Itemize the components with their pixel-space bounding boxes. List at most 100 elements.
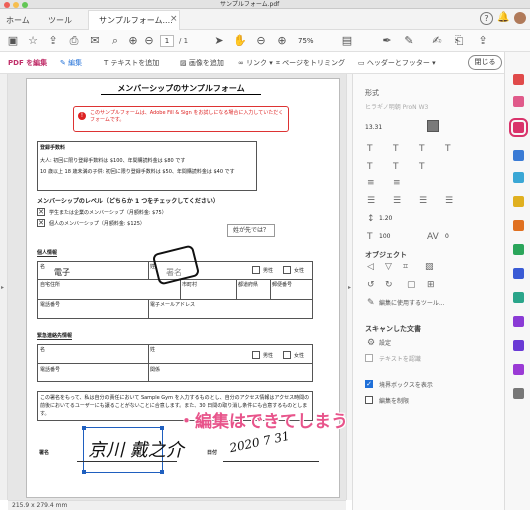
add-text-button[interactable]: T テキストを追加 <box>104 58 159 68</box>
fit-page-icon[interactable]: ▤ <box>340 34 354 48</box>
line-spacing-select[interactable]: 1.20 <box>379 215 392 222</box>
text-style-icon[interactable]: T <box>367 144 373 154</box>
redact-icon[interactable] <box>513 364 524 375</box>
crop-button[interactable]: ⌗ ページをトリミング <box>276 58 345 68</box>
first-name-field[interactable]: 電子 <box>54 267 70 278</box>
page-number-input[interactable]: 1 <box>160 35 174 47</box>
crop-object-icon[interactable]: ⌗ <box>403 262 408 272</box>
export-pdf-icon[interactable] <box>513 150 524 161</box>
organize-pages-icon[interactable] <box>513 172 524 183</box>
scan-icon[interactable] <box>513 220 524 231</box>
show-bbox-checkbox[interactable]: ✓ <box>365 380 373 388</box>
male-checkbox[interactable] <box>252 266 260 274</box>
link-button[interactable]: ∞ リンク ▾ <box>238 58 273 68</box>
protect-icon[interactable] <box>513 268 524 279</box>
edit-button[interactable]: ✎ 編集 <box>60 58 82 68</box>
align-right-icon[interactable]: ☰ <box>419 196 427 206</box>
select-tool-icon[interactable]: ➤ <box>212 34 226 48</box>
create-pdf-icon[interactable] <box>513 74 524 85</box>
help-icon[interactable]: ? <box>480 12 493 25</box>
signature-selection-box[interactable]: 京川 戴之介 <box>82 426 184 474</box>
tab-tools[interactable]: ツール <box>48 15 72 26</box>
flip-icon[interactable]: ◁ <box>367 262 374 272</box>
fill-sign-icon[interactable] <box>513 292 524 303</box>
emergency-male-checkbox[interactable] <box>252 351 260 359</box>
zoom-in-icon[interactable]: ⊕ <box>275 34 289 48</box>
female-checkbox[interactable] <box>283 266 291 274</box>
fee-heading: 登録手数料 <box>40 145 66 151</box>
recognize-text-checkbox[interactable] <box>365 354 373 362</box>
zoom-out-icon[interactable]: ⊖ <box>254 34 268 48</box>
highlight-icon[interactable]: ✎ <box>402 34 416 48</box>
font-family-select[interactable]: ヒラギノ明朝 ProN W3 <box>365 102 489 114</box>
text-style-icon[interactable]: T <box>393 144 399 154</box>
handwritten-signature: 京川 戴之介 <box>88 440 184 461</box>
arrange-icon[interactable]: ▢ <box>407 280 416 290</box>
upload-icon[interactable]: ⇪ <box>46 34 60 48</box>
text-style-icon[interactable]: T <box>419 162 425 172</box>
stamp-icon[interactable]: ⎗ <box>452 34 466 48</box>
level-option2-checkbox[interactable]: ✕ <box>37 219 45 227</box>
document-tab-label: サンプルフォーム.... <box>99 16 173 25</box>
emergency-female-checkbox[interactable] <box>283 351 291 359</box>
edit-pdf-icon[interactable] <box>509 118 528 137</box>
list-icon[interactable]: ≡ <box>367 178 375 188</box>
save-icon[interactable]: ▣ <box>6 34 20 48</box>
tab-document[interactable]: サンプルフォーム.... × <box>88 10 180 31</box>
rotate-right-icon[interactable]: ↻ <box>385 280 393 290</box>
close-window-button[interactable] <box>4 2 10 8</box>
comment-icon[interactable] <box>513 196 524 207</box>
left-panel-toggle[interactable]: ▸ <box>0 74 8 500</box>
flip-vertical-icon[interactable]: ▽ <box>385 262 392 272</box>
page-down-icon[interactable]: ⊖ <box>142 34 156 48</box>
text-style-icon[interactable]: T <box>419 144 425 154</box>
prepare-form-icon[interactable] <box>513 316 524 327</box>
hand-tool-icon[interactable]: ✋ <box>233 34 247 48</box>
page-up-icon[interactable]: ⊕ <box>126 34 140 48</box>
rotate-left-icon[interactable]: ↺ <box>367 280 375 290</box>
text-style-icon[interactable]: T <box>367 162 373 172</box>
align-center-icon[interactable]: ☰ <box>393 196 401 206</box>
overlay-caption: ・編集はできてしまう… <box>178 412 365 432</box>
title-bar: サンプルフォーム.pdf <box>0 0 530 9</box>
edit-with-tool-link[interactable]: 編集に使用するツール... <box>379 298 445 307</box>
align-left-icon[interactable]: ☰ <box>367 196 375 206</box>
align-object-icon[interactable]: ⊞ <box>427 280 435 290</box>
justify-icon[interactable]: ☰ <box>445 196 453 206</box>
send-icon[interactable] <box>513 244 524 255</box>
restrict-edit-checkbox[interactable] <box>365 396 373 404</box>
scale-select[interactable]: 100 <box>379 233 390 240</box>
warning-icon: ! <box>78 112 86 120</box>
settings-link[interactable]: 設定 <box>379 338 391 347</box>
replace-image-icon[interactable]: ▨ <box>425 262 434 272</box>
combine-files-icon[interactable] <box>513 96 524 107</box>
more-tools-icon[interactable] <box>513 388 524 399</box>
minimize-window-button[interactable] <box>13 2 19 8</box>
level-option1-checkbox[interactable]: ✕ <box>37 208 45 216</box>
add-image-button[interactable]: ▨ 画像を追加 <box>180 58 224 68</box>
pdf-edit-title: PDF を編集 <box>8 59 48 67</box>
text-style-icon[interactable]: T <box>393 162 399 172</box>
mail-icon[interactable]: ✉ <box>88 34 102 48</box>
share-icon[interactable]: ⇪ <box>476 34 490 48</box>
text-style-icon[interactable]: T <box>445 144 451 154</box>
show-bbox-label: 境界ボックスを表示 <box>379 382 433 389</box>
pen-icon[interactable]: ✒ <box>380 34 394 48</box>
star-icon[interactable]: ☆ <box>26 34 40 48</box>
font-size-select[interactable]: 13.31 <box>365 122 407 134</box>
close-button[interactable]: 閉じる <box>468 55 502 70</box>
avatar[interactable] <box>514 12 526 24</box>
tab-home[interactable]: ホーム <box>6 15 30 26</box>
char-spacing-select[interactable]: 0 <box>445 233 449 240</box>
print-icon[interactable]: ⎙ <box>67 34 81 48</box>
numbered-list-icon[interactable]: ≡ <box>393 178 401 188</box>
certificates-icon[interactable] <box>513 340 524 351</box>
bell-icon[interactable]: 🔔 <box>497 12 509 23</box>
zoom-window-button[interactable] <box>22 2 28 8</box>
header-footer-button[interactable]: ▭ ヘッダーとフッター ▾ <box>358 58 436 68</box>
sign-icon[interactable]: ✍ <box>430 34 444 48</box>
font-color-swatch[interactable] <box>427 120 439 132</box>
close-tab-icon[interactable]: × <box>170 14 178 24</box>
zoom-search-icon[interactable]: ⌕ <box>108 34 122 48</box>
zoom-level-select[interactable]: 75% <box>298 35 330 47</box>
